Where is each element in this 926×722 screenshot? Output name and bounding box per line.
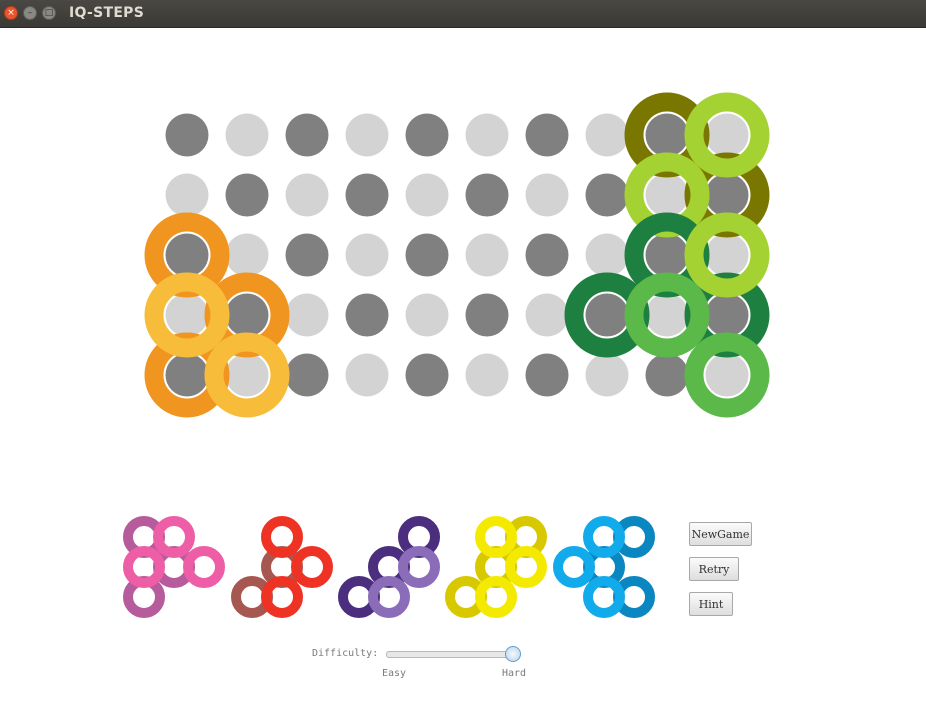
board-peg <box>225 293 269 337</box>
board-peg <box>585 233 629 277</box>
board-peg <box>585 353 629 397</box>
board-peg <box>525 173 569 217</box>
difficulty-min-label: Easy <box>382 668 407 679</box>
tray-ring <box>583 576 625 618</box>
tray-ring <box>261 576 303 618</box>
window-title: IQ-STEPS <box>69 5 145 21</box>
difficulty-slider-thumb[interactable] <box>505 646 521 662</box>
maximize-icon[interactable]: □ <box>42 6 56 20</box>
tray-ring <box>553 546 595 588</box>
board-peg <box>645 173 689 217</box>
board-peg <box>525 113 569 157</box>
tray-piece-blue[interactable] <box>553 516 655 618</box>
board-peg <box>165 173 209 217</box>
board-peg <box>285 353 329 397</box>
board-peg <box>645 293 689 337</box>
board-peg <box>645 113 689 157</box>
board-peg <box>465 113 509 157</box>
retry-button[interactable]: Retry <box>689 557 739 581</box>
board-peg <box>465 173 509 217</box>
board-peg <box>225 173 269 217</box>
board-peg <box>705 233 749 277</box>
tray-ring <box>398 546 440 588</box>
board-peg <box>405 233 449 277</box>
tray-piece-yellow[interactable] <box>445 516 547 618</box>
board-peg <box>345 293 389 337</box>
tray-ring <box>123 546 165 588</box>
board-peg <box>285 293 329 337</box>
game-area <box>123 92 770 618</box>
board-peg <box>705 353 749 397</box>
tray-ring <box>291 546 333 588</box>
tray-ring <box>475 576 517 618</box>
board-peg <box>165 113 209 157</box>
board-peg <box>465 353 509 397</box>
board-peg <box>345 233 389 277</box>
board-peg <box>465 233 509 277</box>
board-peg <box>165 353 209 397</box>
board-peg <box>645 233 689 277</box>
hint-button[interactable]: Hint <box>689 592 733 616</box>
board-peg <box>285 113 329 157</box>
board-peg <box>525 353 569 397</box>
board-peg <box>585 173 629 217</box>
tray-ring <box>505 546 547 588</box>
tray-ring <box>153 516 195 558</box>
tray-ring <box>475 516 517 558</box>
board-peg <box>405 353 449 397</box>
board-peg <box>585 293 629 337</box>
tray-piece-red[interactable] <box>231 516 333 618</box>
board-peg <box>525 293 569 337</box>
board-peg <box>345 173 389 217</box>
board-peg <box>225 233 269 277</box>
new-game-button[interactable]: NewGame <box>689 522 752 546</box>
board-peg <box>645 353 689 397</box>
board-peg <box>165 293 209 337</box>
board-peg <box>585 113 629 157</box>
difficulty-label: Difficulty: <box>312 648 379 659</box>
board-peg <box>285 173 329 217</box>
board-peg <box>405 113 449 157</box>
close-icon[interactable]: × <box>4 6 18 20</box>
board-peg <box>405 173 449 217</box>
board-peg <box>705 173 749 217</box>
board-peg <box>405 293 449 337</box>
tray-ring <box>261 516 303 558</box>
board-peg <box>345 353 389 397</box>
board-peg <box>345 113 389 157</box>
board-peg <box>225 353 269 397</box>
board-peg <box>525 233 569 277</box>
board-peg <box>225 113 269 157</box>
tray-ring <box>183 546 225 588</box>
minimize-icon[interactable]: – <box>23 6 37 20</box>
difficulty-max-label: Hard <box>502 668 527 679</box>
board-peg <box>165 233 209 277</box>
title-bar: × – □ IQ-STEPS <box>0 0 926 28</box>
board-peg <box>465 293 509 337</box>
tray-piece-magenta[interactable] <box>123 516 225 618</box>
board-peg <box>285 233 329 277</box>
tray-ring <box>583 516 625 558</box>
tray-piece-purple[interactable] <box>338 516 440 618</box>
tray-ring <box>368 576 410 618</box>
difficulty-slider-track[interactable] <box>386 651 518 658</box>
board-peg <box>705 113 749 157</box>
board-peg <box>705 293 749 337</box>
